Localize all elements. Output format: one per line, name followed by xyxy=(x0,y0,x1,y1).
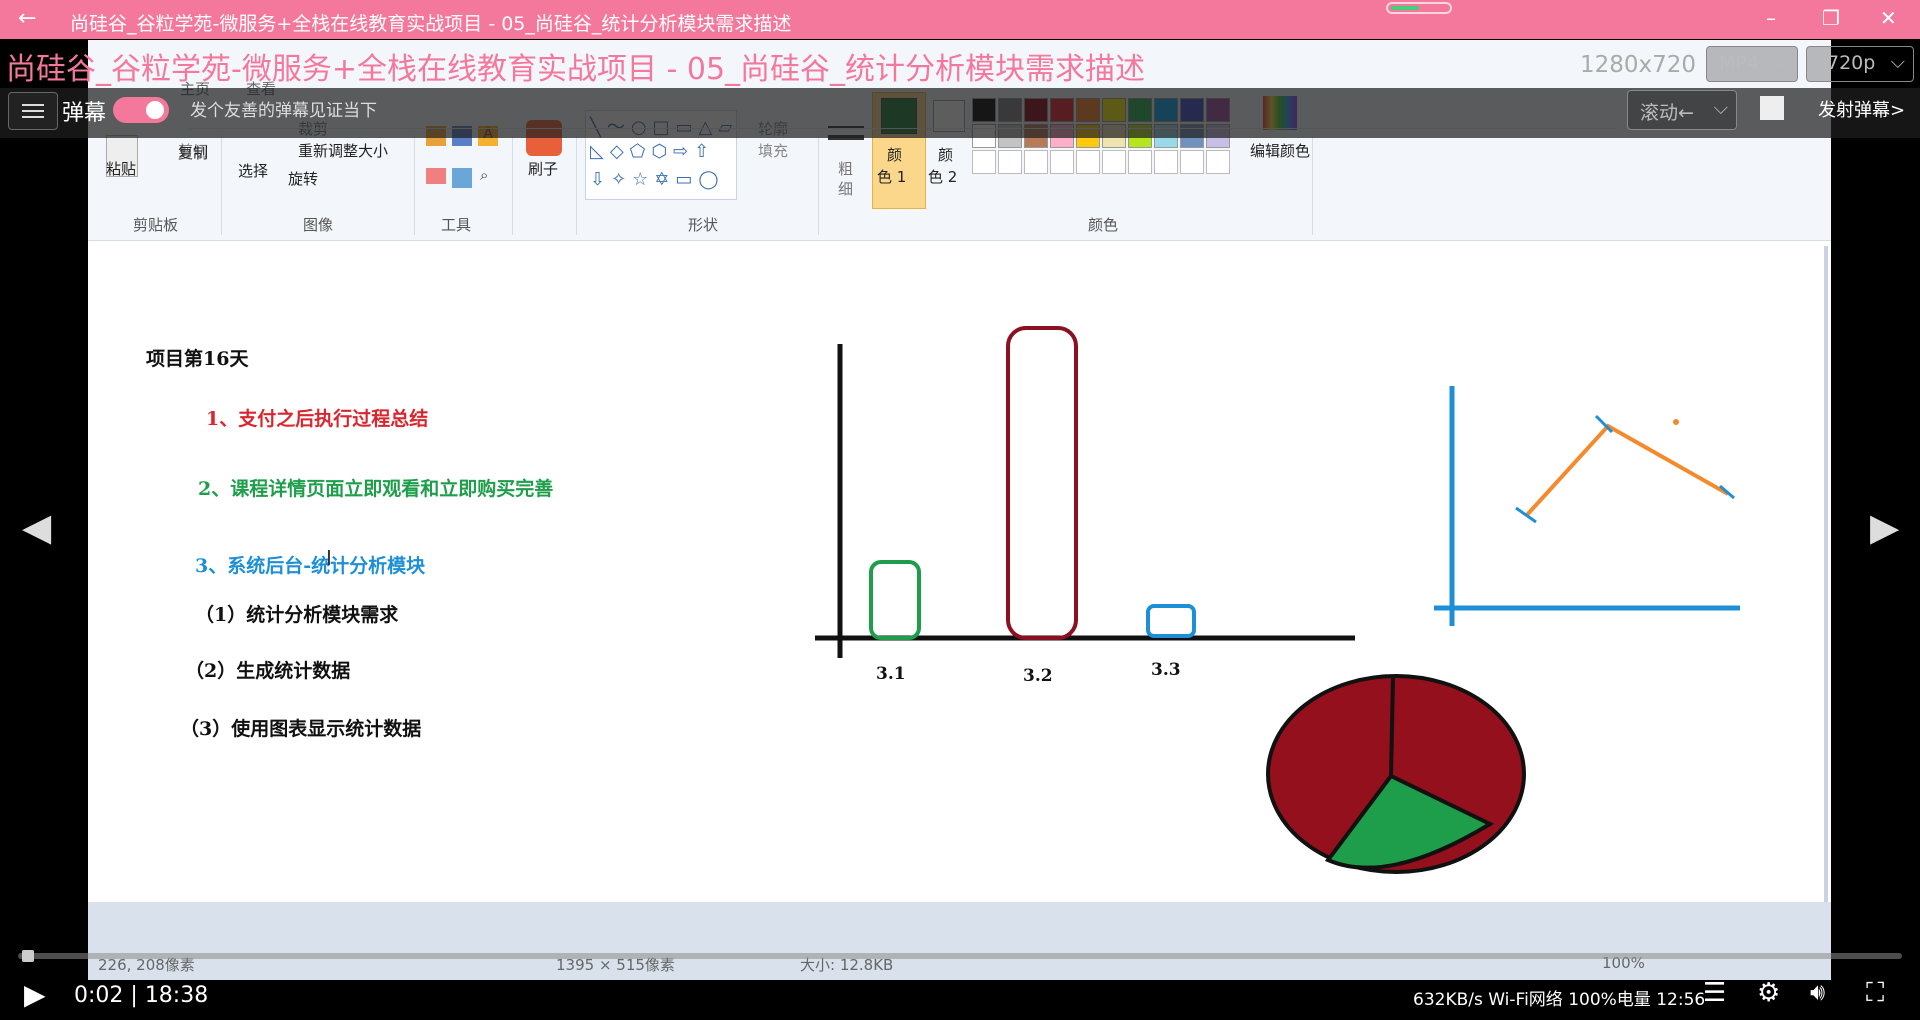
play-icon[interactable]: ▶ xyxy=(24,978,46,1011)
size-label-1[interactable]: 粗 xyxy=(838,158,853,179)
canvas-right-edge xyxy=(1824,246,1828,902)
fill-button[interactable]: 填充 xyxy=(758,140,788,161)
quality-value: 720p xyxy=(1827,52,1876,74)
danmaku-toggle[interactable] xyxy=(113,97,169,123)
time-separator: | xyxy=(130,983,145,1008)
line-sketch-path xyxy=(1524,423,1729,518)
format-value: MP4 xyxy=(1719,52,1759,74)
palette-empty-swatch[interactable] xyxy=(1154,150,1178,174)
palette-empty-swatch[interactable] xyxy=(1102,150,1126,174)
pie-sketch-divider xyxy=(1389,677,1395,777)
time-display: 0:02 | 18:38 xyxy=(74,983,208,1008)
scroll-mode-value: 滚动← xyxy=(1640,102,1694,124)
prev-video-icon[interactable]: ◀ xyxy=(22,505,51,549)
text-cursor-icon: I xyxy=(326,546,332,570)
magnifier-icon[interactable]: ⌕ xyxy=(480,166,488,184)
eraser-icon[interactable] xyxy=(426,168,446,184)
divider xyxy=(512,135,513,235)
palette-empty-swatch[interactable] xyxy=(1206,150,1230,174)
bar-sketch-green xyxy=(869,560,921,640)
send-danmaku-button[interactable]: 发射弹幕> xyxy=(1818,96,1905,122)
format-select[interactable]: MP4 ⌵ xyxy=(1706,46,1798,82)
rotate-button[interactable]: 旋转 xyxy=(288,168,318,189)
danmaku-input[interactable]: 发个友善的弹幕见证当下 xyxy=(190,94,1615,129)
quality-select[interactable]: 720p ⌵ xyxy=(1806,46,1914,82)
resolution-text: 1280x720 xyxy=(1580,52,1697,78)
video-title-overlay: 尚硅谷_谷粒学苑-微服务+全栈在线教育实战项目 - 05_尚硅谷_统计分析模块需… xyxy=(6,52,1146,87)
divider xyxy=(576,135,577,235)
brush-button[interactable]: 刷子 xyxy=(528,158,558,179)
window-title: 尚硅谷_谷粒学苑-微服务+全栈在线教育实战项目 - 05_尚硅谷_统计分析模块需… xyxy=(70,13,792,35)
chevron-down-icon: ⌵ xyxy=(1713,97,1728,119)
divider xyxy=(1312,135,1313,235)
progress-handle[interactable] xyxy=(21,950,34,962)
palette-empty-swatch[interactable] xyxy=(1128,150,1152,174)
close-icon[interactable]: ✕ xyxy=(1880,6,1897,30)
group-tools-label: 工具 xyxy=(441,216,472,234)
window-titlebar: ← 尚硅谷_谷粒学苑-微服务+全栈在线教育实战项目 - 05_尚硅谷_统计分析模… xyxy=(0,0,1920,39)
paste-button[interactable]: 粘贴 xyxy=(106,158,136,179)
bar-label-3-3: 3.3 xyxy=(1151,660,1181,680)
palette-empty-swatch[interactable] xyxy=(972,150,996,174)
settings-gear-icon[interactable]: ⚙ xyxy=(1757,978,1780,1008)
chevron-down-icon: ⌵ xyxy=(1890,51,1905,73)
next-video-icon[interactable]: ▶ xyxy=(1870,505,1899,549)
bar-sketch-blue xyxy=(1146,604,1196,638)
divider xyxy=(221,135,222,235)
restore-icon[interactable]: ❐ xyxy=(1822,6,1840,30)
fullscreen-icon[interactable]: ⛶ xyxy=(1866,978,1884,1009)
resize-button[interactable]: 重新调整大小 xyxy=(298,140,388,161)
divider xyxy=(818,135,819,235)
color1-label-1: 颜 xyxy=(887,146,903,164)
scroll-mode-select[interactable]: 滚动← ⌵ xyxy=(1627,90,1737,130)
palette-empty-swatch[interactable] xyxy=(1076,150,1100,174)
current-time: 0:02 xyxy=(74,983,124,1008)
playlist-icon[interactable]: ☰ xyxy=(1703,978,1726,1008)
minimize-icon[interactable]: – xyxy=(1766,6,1776,30)
divider xyxy=(414,135,415,235)
size-label-2[interactable]: 细 xyxy=(838,178,853,199)
select-button[interactable]: 选择 xyxy=(238,160,268,181)
volume-icon[interactable]: 🔊︎ xyxy=(1810,978,1825,1006)
group-clipboard-label: 剪贴板 xyxy=(133,216,179,234)
palette-empty-swatch[interactable] xyxy=(1050,150,1074,174)
color2-label-2: 色 2 xyxy=(928,168,958,186)
group-colors-label: 颜色 xyxy=(1088,216,1119,234)
chevron-down-icon: ⌵ xyxy=(1774,51,1789,73)
paint-canvas[interactable]: 项目第16天 1、支付之后执行过程总结 2、课程详情页面立即观看和立即购买完善 … xyxy=(88,246,1828,902)
color2-label-1: 颜 xyxy=(938,146,954,164)
color1-label-2: 色 1 xyxy=(877,168,907,186)
back-arrow-icon[interactable]: ← xyxy=(18,6,36,31)
network-status: 632KB/s Wi-Fi网络 100%电量 12:56 xyxy=(1413,990,1706,1010)
color-picker-icon[interactable] xyxy=(452,168,472,188)
progress-bar[interactable] xyxy=(18,950,1902,962)
group-image-label: 图像 xyxy=(303,216,334,234)
bar-sketch-red xyxy=(1006,326,1078,640)
duration: 18:38 xyxy=(144,983,209,1008)
line-sketch-dot xyxy=(1673,419,1679,425)
palette-empty-swatch[interactable] xyxy=(1024,150,1048,174)
bar-label-3-2: 3.2 xyxy=(1023,666,1053,686)
palette-empty-swatch[interactable] xyxy=(1180,150,1204,174)
bar-label-3-1: 3.1 xyxy=(876,664,906,684)
danmaku-label: 弹幕 xyxy=(62,101,107,126)
video-frame[interactable]: 主页 查看 粘贴 剪切 复制 剪贴板 选择 裁剪 重新调整大小 旋转 图像 A … xyxy=(88,40,1831,980)
drawing-layer xyxy=(815,246,1828,902)
menu-button[interactable] xyxy=(8,92,58,130)
group-shapes-label: 形状 xyxy=(688,216,719,234)
edit-colors-button[interactable]: 编辑颜色 xyxy=(1250,140,1310,161)
drag-handle[interactable] xyxy=(1386,2,1452,14)
palette-empty-swatch[interactable] xyxy=(998,150,1022,174)
copy-button[interactable]: 复制 xyxy=(178,142,208,163)
danmaku-color-button[interactable] xyxy=(1760,96,1784,120)
